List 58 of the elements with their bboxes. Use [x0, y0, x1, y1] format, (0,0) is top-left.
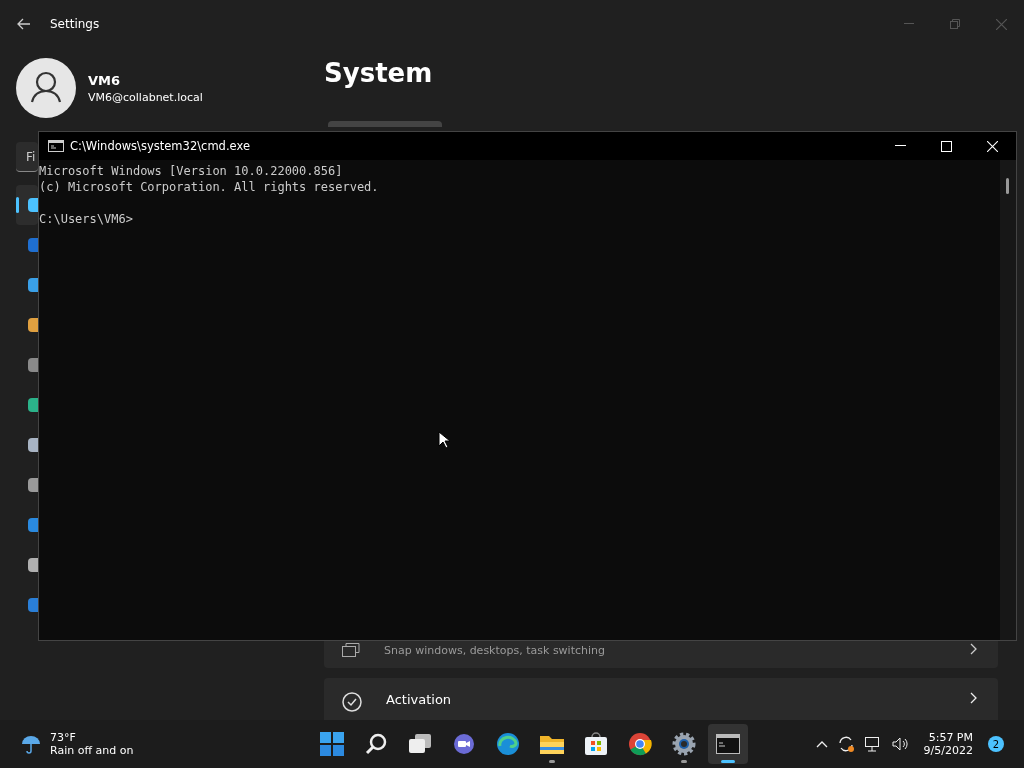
nav-icon — [28, 398, 38, 412]
browser-icon — [496, 732, 520, 756]
volume-icon[interactable] — [890, 736, 909, 752]
nav-item[interactable] — [16, 185, 38, 225]
window-title: Settings — [50, 17, 100, 31]
window-title: C:\Windows\system32\cmd.exe — [70, 139, 250, 153]
chevron-icon — [970, 692, 978, 704]
nav-icon — [28, 358, 38, 372]
user-name: VM6 — [88, 72, 122, 88]
check-circle-icon — [342, 692, 362, 712]
umbrella-icon[interactable] — [20, 733, 42, 755]
console-text: Microsoft Windows [Version 10.0.22000.856] — [39, 164, 343, 178]
windows-logo-icon — [320, 732, 344, 756]
video-chat-icon — [453, 733, 475, 755]
mouse-cursor-icon — [438, 431, 450, 449]
page-title: System — [324, 58, 433, 88]
minimize-icon[interactable] — [895, 145, 906, 147]
gear-icon — [672, 732, 696, 756]
nav-icon — [28, 558, 38, 572]
console-text: C:\Users\VM6> — [39, 212, 133, 226]
browser-icon — [628, 732, 652, 756]
console-icon — [48, 140, 64, 152]
console-icon — [716, 734, 740, 754]
nav-icon — [28, 518, 38, 532]
chevron-up-icon[interactable] — [815, 740, 828, 748]
clock[interactable]: 5:57 PM 9/5/2022 — [923, 731, 973, 757]
notification-badge[interactable]: 2 — [988, 736, 1004, 752]
store-icon — [584, 732, 608, 756]
network-icon[interactable] — [863, 735, 882, 753]
card-title: Activation — [386, 692, 452, 707]
date-text: 9/5/2022 — [923, 744, 973, 757]
settings-card[interactable]: Snap windows, desktops, task switching — [324, 641, 998, 668]
card-subtitle: Snap windows, desktops, task switching — [384, 644, 605, 657]
terminal-taskbar-button[interactable] — [708, 724, 748, 764]
chevron-icon — [970, 643, 978, 655]
sync-icon[interactable] — [836, 735, 855, 753]
maximize-icon[interactable] — [941, 140, 952, 152]
nav-icon — [28, 438, 38, 452]
settings-card[interactable]: Activation — [324, 678, 998, 720]
console-text: (c) Microsoft Corporation. All rights reserved. — [39, 180, 379, 194]
nav-icon — [28, 198, 38, 212]
avatar-icon — [16, 58, 76, 118]
nav-icon — [28, 278, 38, 292]
user-email: VM6@collabnet.local — [88, 90, 203, 104]
windows-icon — [342, 643, 360, 657]
weather-temperature: 73°F — [50, 731, 77, 744]
time-text: 5:57 PM — [928, 731, 973, 744]
search-field[interactable]: Fi — [16, 142, 38, 172]
nav-icon — [28, 598, 38, 612]
nav-icon — [28, 318, 38, 332]
scrollbar-thumb[interactable] — [1006, 178, 1009, 194]
nav-icon — [28, 238, 38, 252]
weather-condition: Rain off and on — [50, 744, 134, 757]
nav-icon — [28, 478, 38, 492]
task-view-icon — [408, 733, 432, 755]
back-icon[interactable] — [17, 18, 31, 30]
search-icon — [364, 732, 388, 756]
folder-icon — [539, 733, 565, 755]
